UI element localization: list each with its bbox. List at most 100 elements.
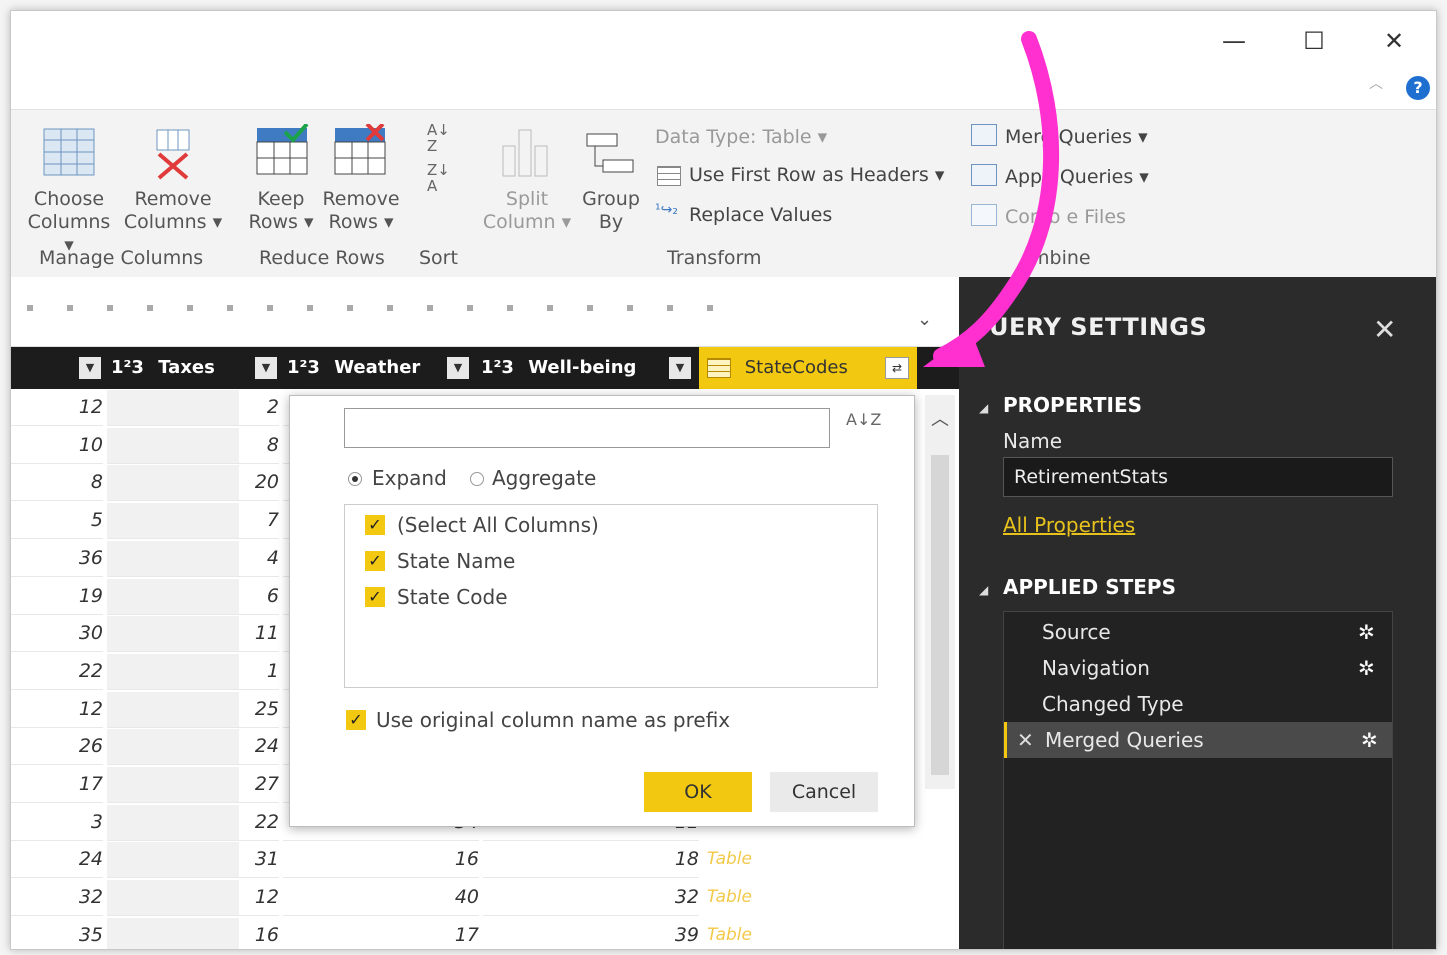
- grid-cell[interactable]: 24: [107, 728, 279, 766]
- grid-cell[interactable]: 7: [107, 502, 279, 540]
- number-type-icon: 1²3: [481, 357, 514, 378]
- grid-cell[interactable]: 12: [107, 879, 279, 917]
- sort-ascending-icon[interactable]: A↓ Z: [427, 122, 457, 154]
- grid-cell[interactable]: 26: [11, 728, 103, 766]
- remove-columns-button[interactable]: Remove Columns ▾: [123, 188, 223, 234]
- group-reduce-rows: Reduce Rows: [259, 247, 385, 269]
- grid-cell[interactable]: 40: [283, 879, 479, 917]
- state-name-checkbox[interactable]: ✓: [365, 551, 385, 571]
- column-filter-dropdown[interactable]: ▼: [669, 357, 691, 379]
- step-source[interactable]: Source ✲: [1004, 614, 1392, 650]
- grid-cell[interactable]: 17: [283, 917, 479, 949]
- delete-step-icon[interactable]: ✕: [1017, 722, 1034, 758]
- gear-icon[interactable]: ✲: [1361, 722, 1378, 758]
- step-changed-type[interactable]: Changed Type: [1004, 686, 1392, 722]
- grid-cell[interactable]: 16: [107, 917, 279, 949]
- grid-cell[interactable]: 10: [11, 427, 103, 464]
- grid-cell[interactable]: 22: [11, 653, 103, 690]
- expand-radio[interactable]: [348, 472, 362, 486]
- vertical-scrollbar[interactable]: ︿: [925, 395, 955, 789]
- column-filter-dropdown[interactable]: ▼: [447, 357, 469, 379]
- grid-cell[interactable]: 5: [11, 502, 103, 540]
- keep-rows-label-1: Keep: [257, 188, 305, 210]
- sort-descending-icon[interactable]: Z↓ A: [427, 162, 457, 194]
- close-button[interactable]: ✕: [1369, 21, 1419, 61]
- expand-column-icon[interactable]: ⇄: [885, 357, 909, 379]
- help-icon[interactable]: ?: [1406, 76, 1430, 100]
- prefix-checkbox[interactable]: ✓: [346, 710, 366, 730]
- table-value-cell[interactable]: Table: [707, 841, 752, 878]
- column-header-statecodes[interactable]: StateCodes ⇄: [699, 347, 917, 389]
- table-value-cell[interactable]: Table: [707, 917, 752, 949]
- grid-cell[interactable]: 8: [11, 464, 103, 502]
- column-header-taxes[interactable]: 1²3 Taxes: [111, 347, 261, 389]
- remove-columns-label-1: Remove: [134, 188, 212, 210]
- gear-icon[interactable]: ✲: [1358, 614, 1375, 650]
- data-type-dropdown[interactable]: Data Type: Table ▾: [655, 126, 827, 148]
- grid-cell[interactable]: 1: [107, 653, 279, 690]
- column-search-input[interactable]: [344, 408, 830, 448]
- grid-cell[interactable]: 22: [107, 804, 279, 841]
- collapse-triangle-icon[interactable]: ◢: [979, 401, 988, 415]
- minimize-button[interactable]: —: [1209, 21, 1259, 61]
- cancel-button[interactable]: Cancel: [770, 772, 878, 812]
- keep-rows-button[interactable]: Keep Rows ▾: [243, 188, 319, 234]
- collapse-triangle-icon[interactable]: ◢: [979, 583, 988, 597]
- choose-columns-icon: [43, 128, 95, 176]
- grid-cell[interactable]: 27: [107, 766, 279, 803]
- title-bar: — ☐ ✕ ︿ ?: [11, 11, 1436, 109]
- grid-cell[interactable]: 3: [11, 804, 103, 841]
- step-merged-queries[interactable]: ✕ Merged Queries ✲: [1004, 722, 1392, 758]
- column-checklist: ✓ (Select All Columns) ✓ State Name ✓ St…: [344, 504, 878, 688]
- grid-cell[interactable]: 32: [11, 879, 103, 917]
- scroll-up-icon[interactable]: ︿: [931, 405, 949, 431]
- remove-rows-button[interactable]: Remove Rows ▾: [319, 188, 403, 234]
- all-properties-link[interactable]: All Properties: [1003, 513, 1135, 537]
- sort-az-icon[interactable]: A↓Z: [846, 410, 881, 429]
- grid-cell[interactable]: 16: [283, 841, 479, 879]
- power-query-editor-window: — ☐ ✕ ︿ ? Choose Columns ▾ Remove Column…: [10, 10, 1437, 950]
- column-header-well-being[interactable]: 1²3 Well-being: [481, 347, 671, 389]
- grid-cell[interactable]: 36: [11, 540, 103, 577]
- step-navigation[interactable]: Navigation ✲: [1004, 650, 1392, 686]
- grid-cell[interactable]: 2: [107, 389, 279, 426]
- select-all-checkbox[interactable]: ✓: [365, 515, 385, 535]
- grid-cell[interactable]: 24: [11, 841, 103, 879]
- grid-cell[interactable]: 25: [107, 691, 279, 728]
- group-manage-columns: Manage Columns: [39, 247, 204, 269]
- use-first-row-as-headers-button[interactable]: Use First Row as Headers ▾: [689, 164, 944, 186]
- aggregate-radio[interactable]: [470, 472, 484, 486]
- grid-cell[interactable]: 31: [107, 841, 279, 879]
- state-code-checkbox[interactable]: ✓: [365, 587, 385, 607]
- replace-values-button[interactable]: Replace Values: [689, 204, 832, 226]
- grid-cell[interactable]: 17: [11, 766, 103, 803]
- grid-cell[interactable]: 12: [11, 691, 103, 728]
- grid-cell[interactable]: 39: [483, 917, 699, 949]
- group-by-button[interactable]: Group By: [577, 188, 645, 234]
- grid-cell[interactable]: 18: [483, 841, 699, 879]
- query-name-input[interactable]: RetirementStats: [1003, 457, 1393, 497]
- column-header-weather[interactable]: 1²3 Weather: [287, 347, 447, 389]
- grid-cell[interactable]: 32: [483, 879, 699, 917]
- gear-icon[interactable]: ✲: [1358, 650, 1375, 686]
- ok-button[interactable]: OK: [644, 772, 752, 812]
- grid-cell[interactable]: 11: [107, 615, 279, 653]
- table-value-cell[interactable]: Table: [707, 879, 752, 916]
- grid-cell[interactable]: 35: [11, 917, 103, 949]
- maximize-button[interactable]: ☐: [1289, 21, 1339, 61]
- formula-bar[interactable]: ⌄: [11, 295, 959, 347]
- grid-cell[interactable]: 6: [107, 578, 279, 615]
- grid-cell[interactable]: 30: [11, 615, 103, 653]
- grid-cell[interactable]: 19: [11, 578, 103, 615]
- grid-cell[interactable]: 4: [107, 540, 279, 577]
- column-filter-dropdown[interactable]: ▼: [79, 357, 101, 379]
- grid-cell[interactable]: 12: [11, 389, 103, 426]
- scroll-thumb[interactable]: [931, 455, 949, 775]
- grid-cell[interactable]: 20: [107, 464, 279, 502]
- collapse-ribbon-icon[interactable]: ︿: [1369, 73, 1383, 93]
- grid-cell[interactable]: 8: [107, 427, 279, 464]
- column-filter-dropdown[interactable]: ▼: [255, 357, 277, 379]
- split-column-icon: [502, 129, 548, 177]
- split-column-button[interactable]: Split Column ▾: [477, 188, 577, 234]
- close-settings-icon[interactable]: ✕: [1373, 313, 1396, 346]
